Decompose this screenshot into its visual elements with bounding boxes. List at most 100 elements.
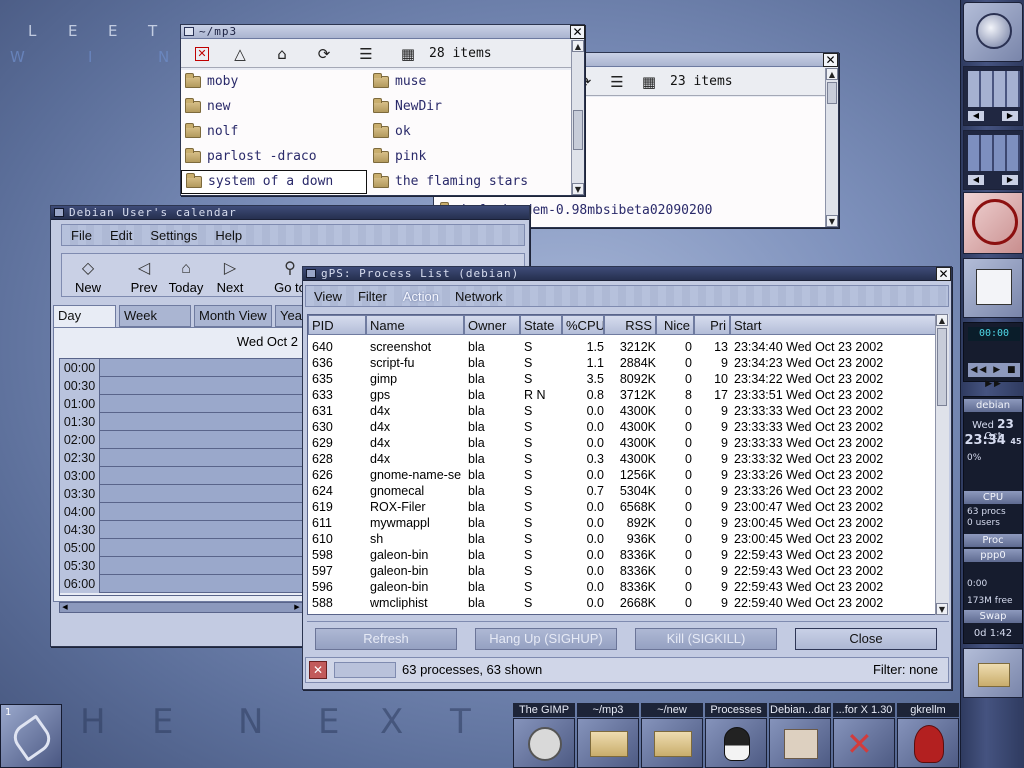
time-slot[interactable]	[100, 395, 303, 412]
scroll-down-icon[interactable]: ▼	[572, 183, 584, 195]
taskbar-calendar[interactable]	[769, 718, 831, 768]
table-row[interactable]: 624 gnomecal bla S 0.7 5304K 0 9 23:33:26 Wed Oc…	[308, 483, 936, 499]
list-item[interactable]: NewDir	[369, 96, 569, 118]
player-panel[interactable]: 00:00 ◀◀ ▶ ■ ▶▶	[963, 322, 1023, 389]
rox-file-area[interactable]: moby new nolf parlost -draco system of a…	[181, 70, 571, 195]
time-row[interactable]: 05:00	[60, 539, 303, 557]
column-header-pid[interactable]: PID	[308, 315, 366, 335]
list-item[interactable]: muse	[369, 71, 569, 93]
list-item[interactable]: new	[181, 96, 366, 118]
debian-logo-tile[interactable]	[963, 2, 1023, 62]
terminal-tile[interactable]	[963, 258, 1023, 318]
folder-tile[interactable]	[963, 648, 1023, 698]
column-header-nice[interactable]: Nice	[656, 315, 694, 335]
menu-filter[interactable]: Filter	[350, 289, 395, 304]
menu-edit[interactable]: Edit	[101, 228, 141, 243]
taskbar-label-xv[interactable]: ...for X 1.30	[833, 703, 895, 717]
process-list-titlebar[interactable]: gPS: Process List (debian)	[303, 267, 951, 281]
arrow-left-icon[interactable]: ◀	[968, 111, 984, 121]
time-slot[interactable]	[100, 539, 303, 556]
window-menu-icon[interactable]	[184, 27, 194, 36]
clock-tile[interactable]	[963, 192, 1023, 254]
today-button[interactable]: ⌂ Today	[164, 258, 208, 295]
scroll-down-icon[interactable]: ▼	[936, 603, 948, 615]
time-row[interactable]: 02:00	[60, 431, 303, 449]
window-menu-icon[interactable]	[54, 208, 64, 217]
scroll-thumb[interactable]	[937, 328, 947, 406]
time-row[interactable]: 01:30	[60, 413, 303, 431]
table-row[interactable]: 635 gimp bla S 3.5 8092K 0 10 23:34:22 Wed Oct 2…	[308, 371, 936, 387]
workspace-tile[interactable]: 1	[0, 704, 62, 768]
table-row[interactable]: 619 ROX-Filer bla S 0.0 6568K 0 9 23:00:47 Wed O…	[308, 499, 936, 515]
time-row[interactable]: 06:00	[60, 575, 303, 593]
table-row[interactable]: 629 d4x bla S 0.0 4300K 0 9 23:33:33 Wed Oct 23 …	[308, 435, 936, 451]
time-row[interactable]: 04:30	[60, 521, 303, 539]
time-slot[interactable]	[100, 413, 303, 430]
column-header-owner[interactable]: Owner	[464, 315, 520, 335]
rox-titlebar[interactable]: ~/mp3	[181, 25, 584, 39]
table-row[interactable]: 588 wmcliphist bla S 0.0 2668K 0 9 22:59:40 Wed …	[308, 595, 936, 611]
taskbar-label-mp3[interactable]: ~/mp3	[577, 703, 639, 717]
time-slot[interactable]	[100, 467, 303, 484]
scroll-up-icon[interactable]: ▲	[572, 40, 584, 52]
thumbnail-icon[interactable]: ▦	[397, 43, 419, 65]
table-row[interactable]: 636 script-fu bla S 1.1 2884K 0 9 23:34:23 Wed O…	[308, 355, 936, 371]
table-row[interactable]: 631 d4x bla S 0.0 4300K 0 9 23:33:33 Wed Oct 23 …	[308, 403, 936, 419]
time-slot[interactable]	[100, 485, 303, 502]
calendar-titlebar[interactable]: Debian User's calendar	[51, 206, 529, 220]
window-menu-icon[interactable]	[306, 269, 316, 278]
list-view-icon[interactable]: ☰	[606, 71, 628, 93]
scroll-thumb[interactable]	[573, 110, 583, 150]
time-slot[interactable]	[100, 359, 303, 376]
arrow-right-icon[interactable]: ▶	[1002, 175, 1018, 185]
tab-day-view[interactable]: Day View	[53, 305, 116, 343]
table-row[interactable]: 633 gps bla R N 0.8 3712K 8 17 23:33:51 Wed Oct …	[308, 387, 936, 403]
taskbar-gkrellm[interactable]	[897, 718, 959, 768]
scroll-left-icon[interactable]: ◀	[60, 603, 70, 612]
prev-button[interactable]: ◁ Prev	[122, 258, 166, 295]
time-slot[interactable]	[100, 521, 303, 538]
time-row[interactable]: 01:00	[60, 395, 303, 413]
time-row[interactable]: 03:00	[60, 467, 303, 485]
scroll-up-icon[interactable]: ▲	[936, 314, 948, 326]
close-window-button[interactable]: ✕	[823, 53, 838, 67]
hang-up-button[interactable]: Hang Up (SIGHUP)	[475, 628, 617, 650]
time-slot[interactable]	[100, 503, 303, 520]
time-row[interactable]: 05:30	[60, 557, 303, 575]
column-header-state[interactable]: State	[520, 315, 562, 335]
taskbar-label-processes[interactable]: Processes	[705, 703, 767, 717]
time-row[interactable]: 03:30	[60, 485, 303, 503]
stop-icon[interactable]: ✕	[309, 661, 327, 679]
time-row[interactable]: 02:30	[60, 449, 303, 467]
list-item[interactable]: parlost -draco	[181, 146, 366, 168]
time-slot[interactable]	[100, 431, 303, 448]
table-row[interactable]: 610 sh bla S 0.0 936K 0 9 23:00:45 Wed Oct 23 20…	[308, 531, 936, 547]
up-icon[interactable]: △	[229, 43, 251, 65]
tab-week-view[interactable]: Week View	[119, 305, 191, 343]
close-button[interactable]: Close	[795, 628, 937, 650]
taskbar-label-new[interactable]: ~/new	[641, 703, 703, 717]
menu-action[interactable]: Action	[395, 289, 447, 304]
new-button[interactable]: ◇ New	[66, 258, 110, 295]
table-row[interactable]: 628 d4x bla S 0.3 4300K 0 9 23:33:32 Wed Oct 23 …	[308, 451, 936, 467]
column-header-pri[interactable]: Pri	[694, 315, 730, 335]
time-slot[interactable]	[100, 377, 303, 394]
scroll-thumb[interactable]	[827, 82, 837, 104]
time-row[interactable]: 00:30	[60, 377, 303, 395]
taskbar-new[interactable]	[641, 718, 703, 768]
vertical-scrollbar[interactable]: ▲ ▼	[935, 314, 949, 615]
table-row[interactable]: 611 mywmappl bla S 0.0 892K 0 9 23:00:45 Wed Oct…	[308, 515, 936, 531]
vertical-scrollbar[interactable]: ▲ ▼	[825, 68, 838, 227]
refresh-button[interactable]: Refresh	[315, 628, 457, 650]
close-icon[interactable]: ✕	[195, 46, 209, 61]
column-header-start[interactable]: Start	[730, 315, 936, 335]
arrow-left-icon[interactable]: ◀	[968, 175, 984, 185]
list-item[interactable]: moby	[181, 71, 366, 93]
scroll-right-icon[interactable]: ▶	[292, 603, 302, 612]
taskbar-label-calendar[interactable]: Debian...dar	[769, 703, 831, 717]
vertical-scrollbar[interactable]: ▲ ▼	[571, 40, 584, 195]
horizontal-scrollbar[interactable]: ◀ ▶	[59, 602, 303, 613]
pager-tile[interactable]: ◀ ▶	[963, 66, 1023, 126]
list-view-icon[interactable]: ☰	[355, 43, 377, 65]
taskbar-label-gkrellm[interactable]: gkrellm	[897, 703, 959, 717]
